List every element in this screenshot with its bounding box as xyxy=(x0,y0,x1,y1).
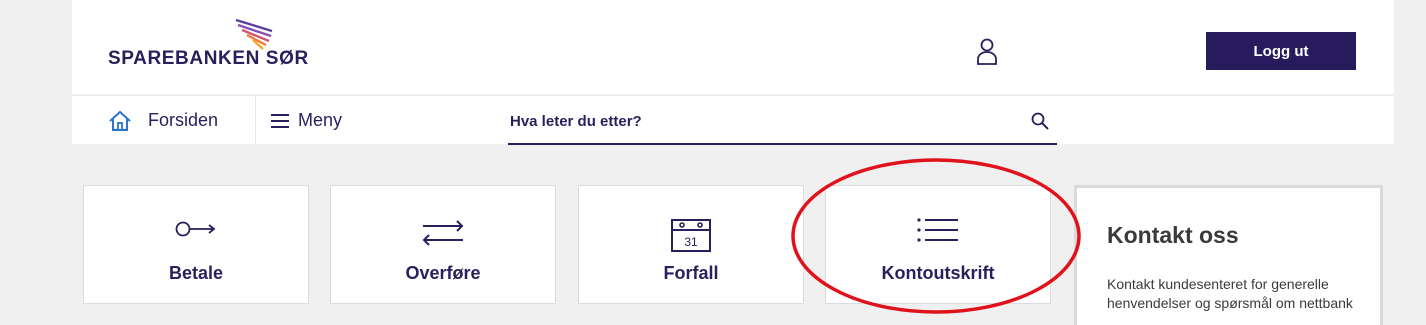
tile-forfall-label: Forfall xyxy=(663,263,719,283)
tile-kontoutskrift-label: Kontoutskrift xyxy=(881,263,995,283)
home-icon xyxy=(109,110,131,131)
arrow-right-circle-icon xyxy=(175,221,216,237)
tile-kontoutskrift[interactable]: Kontoutskrift xyxy=(825,185,1051,304)
nav-menu-label: Meny xyxy=(298,110,343,130)
logo-stripes-icon xyxy=(235,18,273,50)
tile-forfall[interactable]: 31 Forfall xyxy=(578,185,804,304)
calendar-day-number: 31 xyxy=(684,235,698,249)
nav-menu-button[interactable]: Meny xyxy=(270,96,342,145)
sparebanken-logo[interactable]: SPAREBANKEN SØR xyxy=(108,18,328,76)
tile-betale-label: Betale xyxy=(168,263,224,283)
nav-home-link[interactable]: Forsiden xyxy=(108,96,218,145)
top-header: SPAREBANKEN SØR Logg ut xyxy=(72,0,1394,94)
search-icon[interactable] xyxy=(1030,111,1050,131)
logout-button[interactable]: Logg ut xyxy=(1206,32,1356,70)
search-input[interactable] xyxy=(510,108,1010,134)
search-box xyxy=(508,96,1057,145)
calendar-icon: 31 xyxy=(671,219,711,252)
hamburger-menu-icon xyxy=(271,113,289,128)
nav-home-label: Forsiden xyxy=(148,110,219,130)
list-icon xyxy=(917,218,958,242)
nav-bar: Forsiden Meny xyxy=(72,95,1394,145)
tile-overfore-label: Overføre xyxy=(405,263,481,283)
tile-overfore[interactable]: Overføre xyxy=(330,185,556,304)
tile-betale[interactable]: Betale xyxy=(83,185,309,304)
contact-title: Kontakt oss xyxy=(1107,222,1239,248)
user-profile-icon[interactable] xyxy=(975,37,999,65)
transfer-arrows-icon xyxy=(422,220,464,246)
contact-text: Kontakt kundesenteret for generelle henv… xyxy=(1107,276,1353,311)
nav-divider xyxy=(255,96,256,145)
logo-text: SPAREBANKEN SØR xyxy=(108,48,309,69)
contact-card: Kontakt oss Kontakt kundesenteret for ge… xyxy=(1074,185,1383,325)
